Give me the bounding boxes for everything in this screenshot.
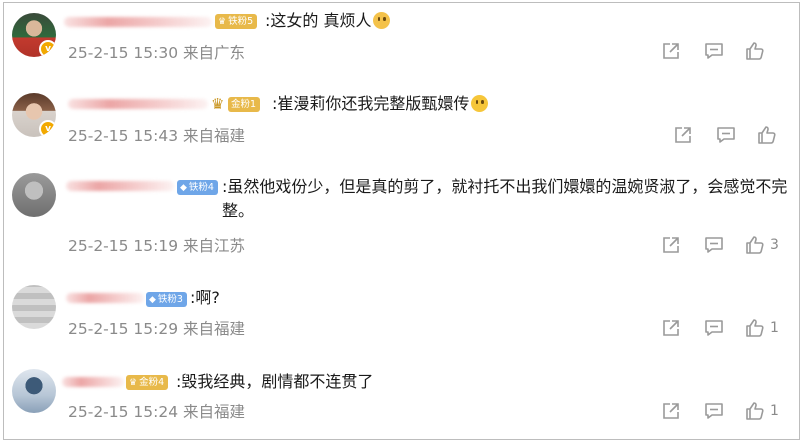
share-icon xyxy=(663,320,679,336)
avatar[interactable] xyxy=(12,369,56,413)
comment-button[interactable] xyxy=(704,40,724,62)
comment-button[interactable] xyxy=(716,124,736,146)
verified-badge-icon: v xyxy=(39,40,56,57)
crown-icon: ♛ xyxy=(129,378,138,388)
comment-actions: 3 xyxy=(661,234,799,256)
comment-meta: 25-2-15 15:30 来自广东 xyxy=(68,44,246,62)
share-button[interactable] xyxy=(661,317,681,339)
thumbs-up-icon xyxy=(746,319,764,337)
fan-badge: ◆ 铁粉4 xyxy=(177,180,218,195)
crown-icon: ♛ xyxy=(211,95,225,113)
comment-meta: 25-2-15 15:24 来自福建 xyxy=(68,403,246,421)
crying-face-icon xyxy=(373,12,391,29)
like-count: 3 xyxy=(770,237,779,253)
like-count: 1 xyxy=(770,403,779,419)
like-button[interactable]: 1 xyxy=(745,400,779,422)
diamond-icon: ◆ xyxy=(180,183,187,193)
comment-item: v ♛ 铁粉5 :这女的 真烦人 25-2-15 15:30 来自广东 xyxy=(4,3,799,91)
comment-list: v ♛ 铁粉5 :这女的 真烦人 25-2-15 15:30 来自广东 v ♛ 金… xyxy=(3,2,800,440)
comment-button[interactable] xyxy=(704,234,724,256)
share-icon xyxy=(675,127,691,143)
like-count: 1 xyxy=(770,320,779,336)
comment-actions: 1 xyxy=(661,400,799,422)
comment-actions xyxy=(661,40,799,62)
share-icon xyxy=(663,403,679,419)
comment-actions xyxy=(673,124,799,146)
username-blurred xyxy=(66,293,144,303)
comment-button[interactable] xyxy=(704,317,724,339)
avatar[interactable] xyxy=(12,173,56,217)
comment-item: ◆ 铁粉4 :虽然他戏份少，但是真的剪了，就衬托不出我们嬛嬛的温婉贤淑了，会感觉不… xyxy=(4,171,799,275)
like-button[interactable]: 1 xyxy=(745,317,779,339)
avatar[interactable] xyxy=(12,285,56,329)
comment-actions: 1 xyxy=(661,317,799,339)
comment-meta: 25-2-15 15:29 来自福建 xyxy=(68,320,246,338)
comment-meta: 25-2-15 15:43 来自福建 xyxy=(68,127,246,145)
share-button[interactable] xyxy=(673,124,693,146)
comment-icon xyxy=(705,237,723,253)
fan-badge: 金粉1 xyxy=(228,97,261,112)
comment-icon xyxy=(705,403,723,419)
diamond-icon: ◆ xyxy=(149,295,156,305)
share-button[interactable] xyxy=(661,40,681,62)
thumbs-up-icon xyxy=(758,126,776,144)
comment-text: :虽然他戏份少，但是真的剪了，就衬托不出我们嬛嬛的温婉贤淑了，会感觉不完整。 xyxy=(222,177,788,220)
comment-item: v ♛ 金粉1 :崔漫莉你还我完整版甄嬛传 25-2-15 15:43 来自福建 xyxy=(4,91,799,171)
comment-item: ♛ 金粉4 :毁我经典，剧情都不连贯了 25-2-15 15:24 来自福建 1 xyxy=(4,357,799,439)
thumbs-up-icon xyxy=(746,402,764,420)
like-button[interactable]: 3 xyxy=(745,234,779,256)
fan-badge: ◆ 铁粉3 xyxy=(146,292,187,307)
smiling-face-icon xyxy=(471,95,489,112)
comment-text: :毁我经典，剧情都不连贯了 xyxy=(176,372,374,391)
share-icon xyxy=(663,237,679,253)
comment-icon xyxy=(705,320,723,336)
username-blurred xyxy=(64,17,212,27)
username-blurred xyxy=(68,99,208,109)
avatar[interactable]: v xyxy=(12,93,56,137)
comment-icon xyxy=(717,127,735,143)
fan-badge: ♛ 铁粉5 xyxy=(215,14,258,29)
comment-button[interactable] xyxy=(704,400,724,422)
like-button[interactable] xyxy=(757,124,782,146)
share-button[interactable] xyxy=(661,234,681,256)
like-button[interactable] xyxy=(745,40,770,62)
username-blurred xyxy=(66,181,174,191)
thumbs-up-icon xyxy=(746,236,764,254)
verified-badge-icon: v xyxy=(39,120,56,137)
share-icon xyxy=(663,43,679,59)
thumbs-up-icon xyxy=(746,42,764,60)
comment-icon xyxy=(705,43,723,59)
comment-item: ◆ 铁粉3 :啊? 25-2-15 15:29 来自福建 1 xyxy=(4,275,799,357)
comment-text: :这女的 真烦人 xyxy=(265,9,391,33)
comment-text: :啊? xyxy=(190,288,220,307)
share-button[interactable] xyxy=(661,400,681,422)
username-blurred xyxy=(62,377,124,387)
avatar[interactable]: v xyxy=(12,13,56,57)
comment-text: :崔漫莉你还我完整版甄嬛传 xyxy=(272,92,489,116)
fan-badge: ♛ 金粉4 xyxy=(126,375,169,390)
crown-icon: ♛ xyxy=(218,17,227,27)
comment-meta: 25-2-15 15:19 来自江苏 xyxy=(68,237,246,255)
